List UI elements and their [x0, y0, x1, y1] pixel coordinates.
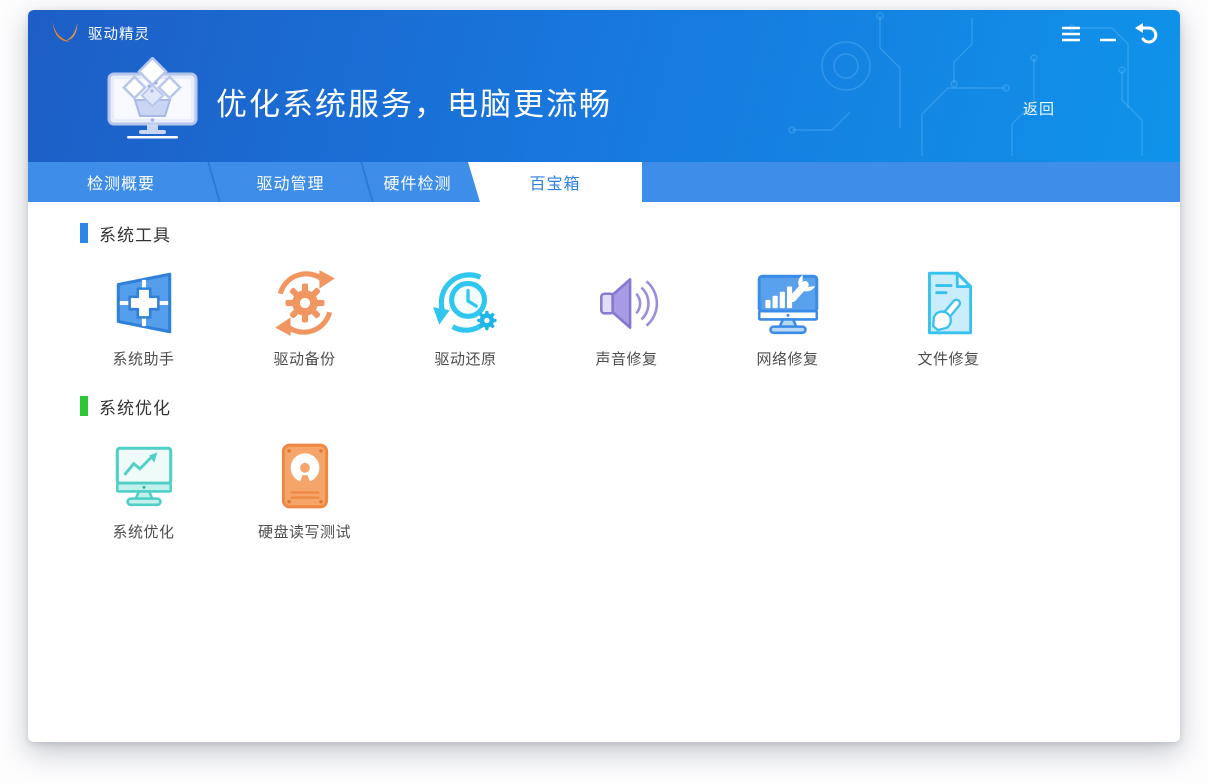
section-marker [80, 223, 88, 243]
app-logo-icon [50, 20, 80, 48]
tool-label: 硬盘读写测试 [257, 524, 351, 541]
monitor-chart-icon [107, 439, 181, 513]
tool-item-sound-repair[interactable]: 声音修复 [546, 266, 707, 369]
section-system-tools-header: 系统工具 [80, 222, 1180, 245]
banner: 优化系统服务，电脑更流畅 [28, 56, 1180, 146]
back-link[interactable]: 返回 [1023, 98, 1055, 119]
tool-item-system-optimize[interactable]: 系统优化 [63, 439, 224, 542]
tool-item-driver-backup[interactable]: 驱动备份 [224, 266, 385, 369]
tool-item-network-repair[interactable]: 网络修复 [707, 266, 868, 369]
file-wrench-icon [912, 266, 986, 340]
gear-sync-icon [268, 266, 342, 340]
section-system-optimize-header: 系统优化 [80, 395, 1180, 418]
speaker-waves-icon [590, 266, 664, 340]
header: 驱动精灵 优化系统服务，电脑更流畅 返回 [28, 10, 1180, 162]
minimize-icon[interactable] [1099, 25, 1117, 43]
back-arrow-icon[interactable] [1134, 23, 1158, 45]
toolbox-monitor-icon [105, 56, 200, 146]
toolbox-content: 系统工具 系统助手 驱动备份 驱动还原 声音修复 网络修复 文件修复 系统优化 … [28, 202, 1180, 742]
system-optimize-grid: 系统优化 硬盘读写测试 [63, 439, 1180, 542]
section-marker [80, 396, 88, 416]
tab-label: 百宝箱 [529, 176, 581, 193]
tool-label: 系统助手 [112, 351, 175, 368]
monitor-wrench-icon [751, 266, 825, 340]
section-title-system-optimize: 系统优化 [99, 398, 171, 418]
tool-item-driver-restore[interactable]: 驱动还原 [385, 266, 546, 369]
tool-label: 网络修复 [756, 351, 819, 368]
section-title-system-tools: 系统工具 [99, 225, 171, 245]
tool-label: 声音修复 [595, 351, 658, 368]
window-controls [1060, 23, 1158, 45]
app-name: 驱动精灵 [88, 26, 150, 43]
tab-driver-management[interactable]: 驱动管理 [214, 162, 367, 202]
tool-label: 系统优化 [112, 524, 175, 541]
top-bar: 驱动精灵 [28, 10, 1180, 52]
tool-item-disk-test[interactable]: 硬盘读写测试 [224, 439, 385, 542]
app-window: 驱动精灵 优化系统服务，电脑更流畅 返回 检测概要 驱动管理 硬件检测 百宝箱 … [28, 10, 1180, 742]
windows-plus-icon [107, 266, 181, 340]
tab-label: 硬件检测 [383, 176, 452, 193]
menu-icon[interactable] [1060, 25, 1082, 43]
tab-bar: 检测概要 驱动管理 硬件检测 百宝箱 [28, 162, 1180, 202]
hard-disk-icon [268, 439, 342, 513]
tool-item-system-assistant[interactable]: 系统助手 [63, 266, 224, 369]
tab-label: 检测概要 [86, 176, 155, 193]
tab-detection-summary[interactable]: 检测概要 [28, 162, 214, 202]
tab-hardware-detection[interactable]: 硬件检测 [367, 162, 468, 202]
tool-label: 文件修复 [917, 351, 980, 368]
tab-label: 驱动管理 [256, 176, 325, 193]
tab-toolbox[interactable]: 百宝箱 [468, 162, 642, 202]
system-tools-grid: 系统助手 驱动备份 驱动还原 声音修复 网络修复 文件修复 [63, 266, 1180, 369]
clock-restore-icon [429, 266, 503, 340]
tool-item-file-repair[interactable]: 文件修复 [868, 266, 1029, 369]
tool-label: 驱动还原 [434, 351, 497, 368]
tool-label: 驱动备份 [273, 351, 336, 368]
page-title: 优化系统服务，电脑更流畅 [216, 87, 612, 122]
